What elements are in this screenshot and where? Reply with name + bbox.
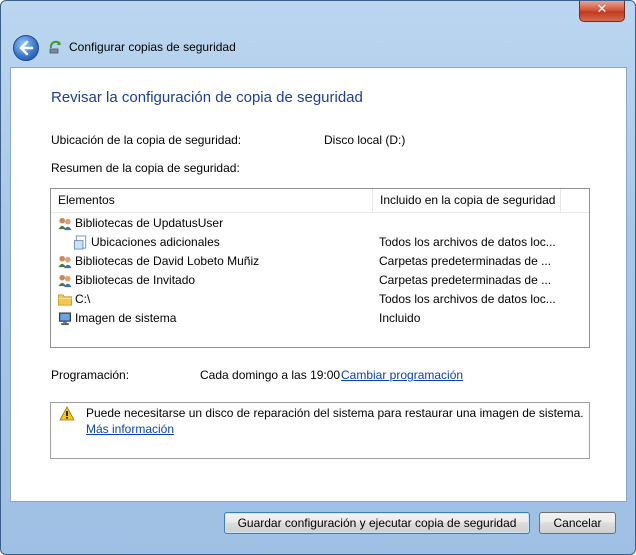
- row-name: Ubicaciones adicionales: [91, 235, 220, 249]
- back-arrow-icon: [19, 40, 34, 56]
- backup-items-list[interactable]: Elementos Incluido en la copia de seguri…: [50, 188, 590, 348]
- backup-location-label: Ubicación de la copia de seguridad:: [51, 133, 242, 147]
- row-included: Carpetas predeterminadas de ...: [379, 254, 552, 268]
- schedule-label: Programación:: [51, 368, 130, 382]
- list-header: Elementos Incluido en la copia de seguri…: [51, 189, 589, 213]
- table-row[interactable]: Bibliotecas de UpdatusUser: [51, 214, 589, 233]
- table-row[interactable]: Bibliotecas de Invitado Carpetas predete…: [51, 271, 589, 290]
- notice-text: Puede necesitarse un disco de reparación…: [86, 406, 584, 420]
- save-and-run-button[interactable]: Guardar configuración y ejecutar copia d…: [224, 512, 530, 534]
- change-schedule-link[interactable]: Cambiar programación: [341, 368, 463, 382]
- close-button[interactable]: ✕: [579, 1, 625, 22]
- window-title: Configurar copias de seguridad: [69, 40, 236, 54]
- folder-icon: [58, 294, 72, 306]
- row-name: Bibliotecas de Invitado: [75, 273, 196, 287]
- warning-icon: [59, 406, 75, 421]
- row-name: Bibliotecas de David Lobeto Muñiz: [75, 254, 260, 268]
- notice-box: Puede necesitarse un disco de reparación…: [50, 402, 590, 459]
- column-header-items[interactable]: Elementos: [51, 189, 373, 212]
- backup-location-value: Disco local (D:): [324, 133, 406, 147]
- more-info-link[interactable]: Más información: [86, 422, 174, 436]
- cancel-button[interactable]: Cancelar: [539, 512, 616, 534]
- table-row[interactable]: Bibliotecas de David Lobeto Muñiz Carpet…: [51, 252, 589, 271]
- page-heading: Revisar la configuración de copia de seg…: [51, 89, 363, 106]
- row-included: Carpetas predeterminadas de ...: [379, 273, 552, 287]
- table-row[interactable]: C:\ Todos los archivos de datos loc...: [51, 290, 589, 309]
- users-library-icon: [58, 274, 72, 288]
- schedule-value: Cada domingo a las 19:00: [200, 368, 341, 382]
- users-library-icon: [58, 255, 72, 269]
- computer-icon: [59, 312, 71, 326]
- row-included: Todos los archivos de datos loc...: [379, 292, 556, 306]
- table-row[interactable]: Imagen de sistema Incluido: [51, 309, 589, 328]
- backup-summary-label: Resumen de la copia de seguridad:: [51, 161, 240, 175]
- table-row[interactable]: Ubicaciones adicionales Todos los archiv…: [51, 233, 589, 252]
- back-button[interactable]: [13, 35, 39, 61]
- wizard-content: Revisar la configuración de copia de seg…: [10, 67, 627, 502]
- row-included: Todos los archivos de datos loc...: [379, 235, 556, 249]
- row-name: Imagen de sistema: [75, 311, 177, 325]
- backup-app-icon: [49, 40, 61, 54]
- backup-wizard-window: ✕ Configurar copias de seguridad Revisar…: [0, 0, 636, 555]
- row-name: Bibliotecas de UpdatusUser: [75, 216, 224, 230]
- row-name: C:\: [75, 292, 91, 306]
- column-header-included[interactable]: Incluido en la copia de seguridad: [373, 189, 561, 212]
- users-library-icon: [58, 217, 72, 231]
- row-included: Incluido: [379, 311, 421, 325]
- document-folder-icon: [73, 235, 87, 250]
